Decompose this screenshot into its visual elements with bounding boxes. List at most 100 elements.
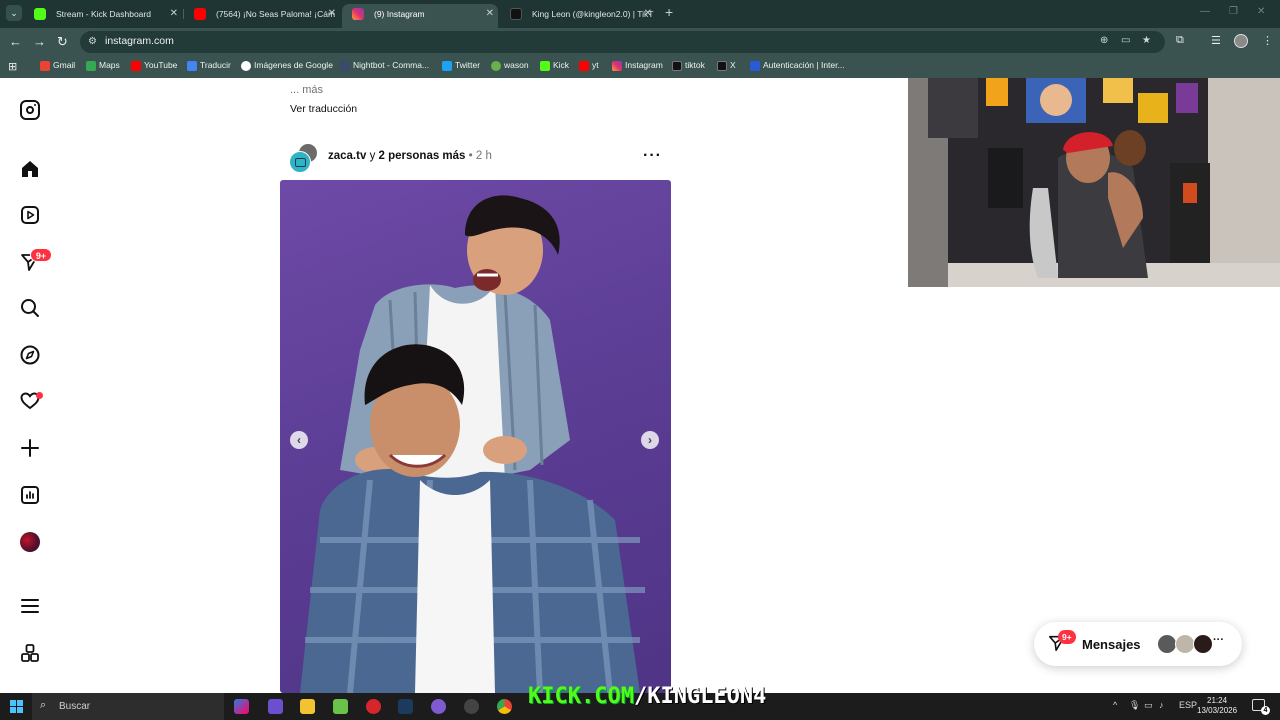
close-tab-icon[interactable]: ✕ (328, 4, 336, 24)
site-info-icon[interactable]: ⚙ (88, 36, 97, 47)
close-tab-icon[interactable]: ✕ (644, 4, 652, 24)
youtube-favicon-icon (194, 8, 206, 20)
steam-icon[interactable] (398, 699, 413, 714)
see-translation-link[interactable]: Ver traducción (290, 103, 357, 115)
back-icon[interactable]: ← (9, 34, 22, 49)
bookmark-gmail[interactable]: Gmail (40, 60, 75, 71)
bookmark-nightbot[interactable]: Nightbot - Comma... (340, 60, 429, 71)
chrome-icon[interactable] (497, 699, 512, 714)
create-plus-icon[interactable] (20, 438, 40, 458)
more-friends-icon: ··· (1213, 634, 1224, 646)
bookmark-yt[interactable]: yt (579, 60, 599, 71)
app-icon[interactable] (366, 699, 381, 714)
bookmark-wason[interactable]: wason (491, 60, 529, 71)
post-options-icon[interactable]: ··· (643, 147, 662, 165)
url-text[interactable]: instagram.com (105, 35, 174, 47)
clock-time: 21:24 (1207, 696, 1228, 705)
zoom-icon[interactable]: ⊕ (1100, 35, 1108, 46)
search-icon[interactable] (20, 298, 40, 318)
post-author-avatars[interactable] (289, 143, 319, 173)
google-icon (241, 61, 251, 71)
caption-more-link[interactable]: ... más (290, 84, 323, 96)
close-tab-icon[interactable]: ✕ (486, 4, 494, 24)
post-collaborators[interactable]: 2 personas más (379, 150, 466, 162)
bookmark-star-icon[interactable]: ★ (1142, 35, 1151, 46)
tab-instagram[interactable]: (9) Instagram ✕ (342, 4, 498, 28)
bookmark-kick[interactable]: Kick (540, 60, 569, 71)
explore-icon[interactable] (20, 345, 40, 365)
messages-pill[interactable]: 9+ Mensajes ··· (1034, 622, 1242, 666)
bookmark-x[interactable]: X (717, 60, 736, 71)
file-explorer-icon[interactable] (300, 699, 315, 714)
extensions-icon[interactable]: ⧉ (1176, 34, 1184, 47)
reels-icon[interactable] (20, 205, 40, 225)
menu-hamburger-icon[interactable] (20, 596, 40, 616)
tab-tiktok[interactable]: King Leon (@kingleon2.0) | TikT ✕ (500, 4, 656, 28)
dashboard-icon[interactable] (20, 485, 40, 505)
new-tab-button[interactable]: + (665, 4, 673, 20)
tab-youtube[interactable]: (7564) ¡No Seas Paloma! ¡Cám ✕ (184, 4, 340, 28)
carousel-prev-button[interactable]: ‹ (290, 431, 308, 449)
apps-grid-icon[interactable]: ⊞ (8, 60, 17, 73)
restore-icon[interactable]: ❐ (1229, 6, 1238, 17)
bookmark-imagenes-google[interactable]: Imágenes de Google (241, 60, 333, 71)
address-bar[interactable]: ⚙ instagram.com ⊕ ▭ ★ (80, 31, 1165, 53)
banner-kick-text: KICK.COM (528, 684, 634, 709)
bookmark-tiktok[interactable]: tiktok (672, 60, 705, 71)
profile-avatar-icon[interactable] (20, 532, 40, 552)
banner-channel-text: /KINGLEON4 (633, 684, 767, 709)
bookmark-traducir[interactable]: Traducir (187, 60, 231, 71)
store-icon[interactable] (268, 699, 283, 714)
taskbar-search-placeholder: Buscar (59, 701, 91, 712)
taskbar-clock[interactable]: 21:24 13/03/2026 (1197, 696, 1237, 716)
nightbot-icon (340, 61, 350, 71)
home-icon[interactable] (20, 159, 40, 179)
profile-avatar[interactable] (1234, 34, 1248, 48)
obs-icon[interactable] (464, 699, 479, 714)
close-tab-icon[interactable]: ✕ (170, 4, 178, 24)
close-window-icon[interactable]: ✕ (1257, 6, 1265, 17)
forward-icon[interactable]: → (33, 34, 46, 49)
microphone-icon[interactable]: 🎙 (1129, 700, 1140, 711)
bookmark-youtube[interactable]: YouTube (131, 60, 177, 71)
x-icon (717, 61, 727, 71)
tray-overflow-icon[interactable]: ^ (1113, 700, 1117, 710)
browser-toolbar: ← → ↻ ⚙ instagram.com ⊕ ▭ ★ ⧉ ☰ ⋮ (0, 28, 1280, 56)
wason-icon (491, 61, 501, 71)
chrome-menu-icon[interactable]: ⋮ (1262, 34, 1273, 47)
post-photo-illustration (300, 195, 645, 693)
minimize-icon[interactable]: — (1200, 6, 1210, 17)
post-time[interactable]: 2 h (476, 150, 492, 162)
cast-icon[interactable]: ▭ (1121, 35, 1130, 46)
stream-banner: KICK.COM/KINGLEON4 (528, 684, 766, 709)
instagram-logo-icon[interactable] (20, 100, 40, 120)
network-icon[interactable]: ▭ (1144, 700, 1153, 711)
bookmark-twitter[interactable]: Twitter (442, 60, 480, 71)
tab-kick-dashboard[interactable]: Stream - Kick Dashboard ✕ (24, 4, 182, 28)
taskbar-search[interactable]: ⌕ Buscar (32, 693, 224, 720)
notification-center-icon[interactable]: 4 (1252, 699, 1270, 715)
bookmark-instagram[interactable]: Instagram (612, 60, 663, 71)
reload-icon[interactable]: ↻ (57, 34, 68, 50)
post-username[interactable]: zaca.tv (328, 150, 366, 162)
bookmark-autenticacion[interactable]: Autenticación | Inter... (750, 60, 845, 71)
reading-list-icon[interactable]: ☰ (1211, 34, 1221, 47)
carousel-indicator (465, 683, 483, 693)
app-icon[interactable] (333, 699, 348, 714)
maps-icon (86, 61, 96, 71)
bookmark-maps[interactable]: Maps (86, 60, 120, 71)
twitter-icon (442, 61, 452, 71)
volume-icon[interactable]: ♪ (1159, 700, 1164, 710)
tab-title: King Leon (@kingleon2.0) | TikT (532, 9, 654, 19)
messages-pill-badge: 9+ (1058, 630, 1076, 644)
discord-icon[interactable] (431, 699, 446, 714)
windows-start-icon[interactable] (10, 700, 23, 713)
notification-count: 4 (1261, 706, 1270, 715)
post-image[interactable]: ‹ › (280, 180, 671, 693)
friend-avatar (1157, 634, 1177, 654)
copilot-icon[interactable] (234, 699, 249, 714)
language-indicator[interactable]: ESP (1179, 700, 1197, 710)
more-apps-icon[interactable] (20, 643, 40, 663)
tab-search-button[interactable]: ⌄ (6, 5, 22, 21)
carousel-next-button[interactable]: › (641, 431, 659, 449)
